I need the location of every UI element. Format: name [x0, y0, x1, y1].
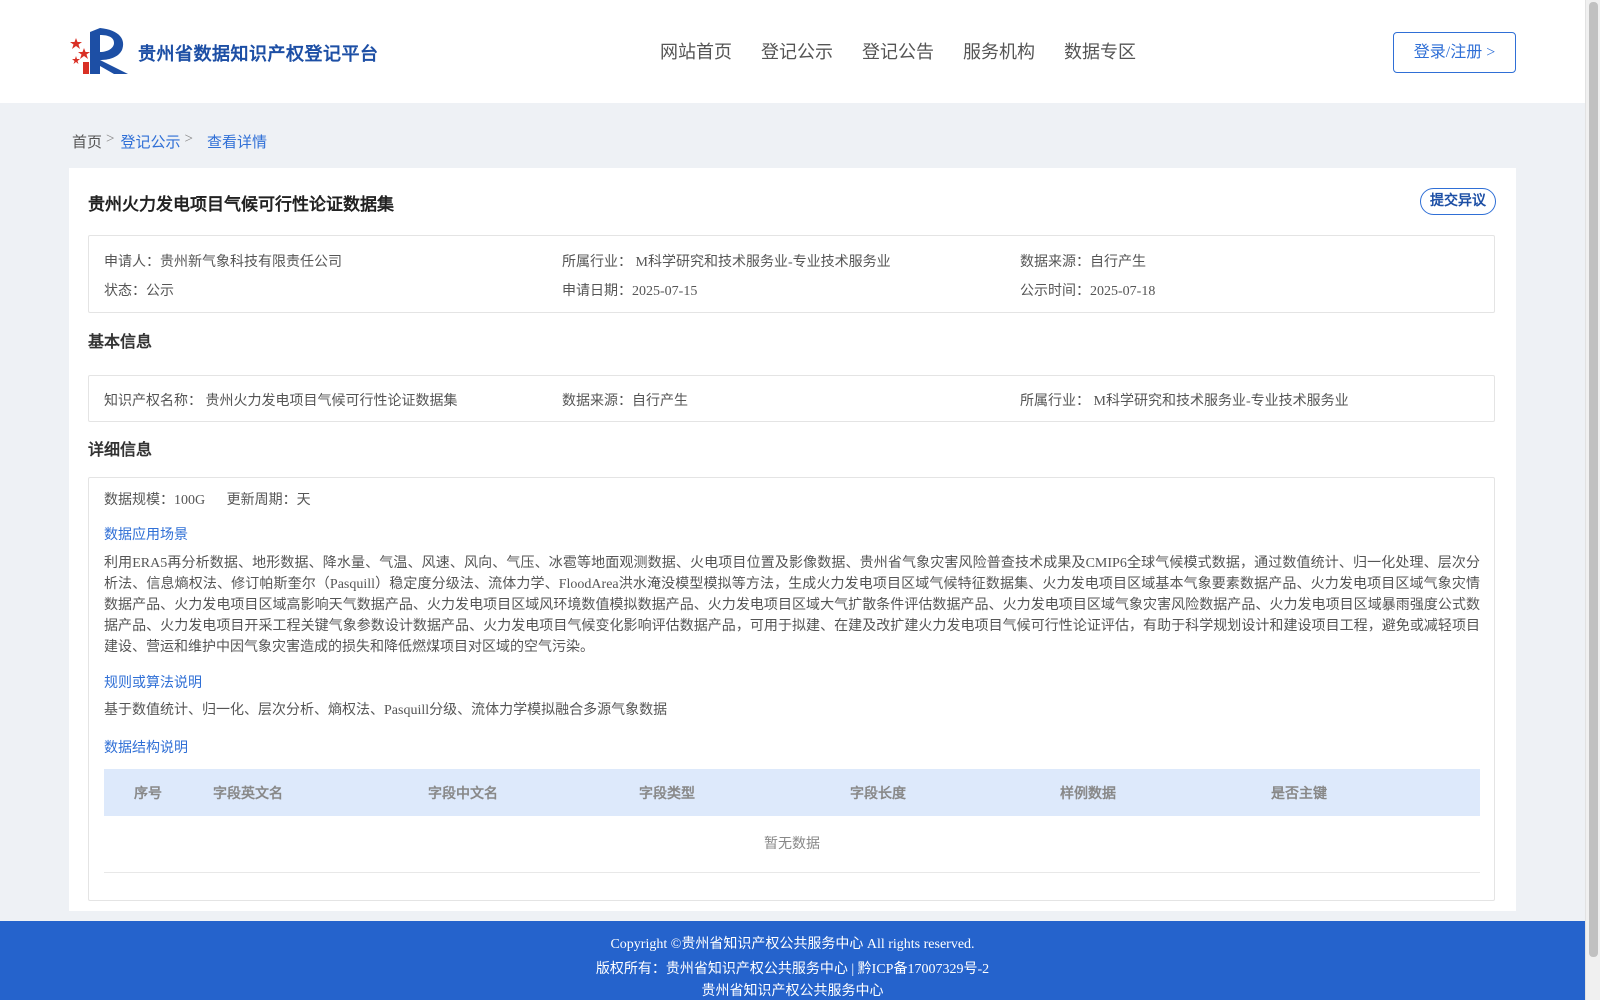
column-header: 字段英文名 [213, 787, 283, 802]
nav-registration-announcement[interactable]: 登记公告 [862, 38, 934, 64]
applicant: 申请人：贵州新气象科技有限责任公司 [104, 255, 342, 270]
breadcrumb: 首页 > 登记公示 > 查看详情 [72, 131, 267, 152]
basic-info-title: 基本信息 [88, 334, 153, 351]
column-header: 字段长度 [850, 787, 906, 802]
nav-registration-publicity[interactable]: 登记公示 [761, 38, 833, 64]
scenario-text: 利用ERA5再分析数据、地形数据、降水量、气温、风速、风向、气压、冰雹等地面观测… [104, 556, 1480, 655]
breadcrumb-home[interactable]: 首页 [72, 131, 102, 152]
column-header: 字段类型 [639, 787, 695, 802]
detail-info-title: 详细信息 [88, 442, 153, 459]
scrollbar-thumb[interactable] [1589, 2, 1598, 957]
breadcrumb-publicity[interactable]: 登记公示 [120, 131, 180, 152]
breadcrumb-separator: > [184, 131, 193, 147]
column-header: 字段中文名 [428, 787, 498, 802]
footer-org: 贵州省知识产权公共服务中心 [701, 984, 884, 999]
data-scale: 数据规模：100G [104, 493, 206, 508]
column-header: 序号 [134, 787, 162, 802]
basic-info-box: 知识产权名称： 贵州火力发电项目气候可行性论证数据集 数据来源：自行产生 所属行… [88, 375, 1495, 422]
login-register-button[interactable]: 登录/注册 > [1393, 32, 1516, 73]
breadcrumb-current: 查看详情 [206, 135, 267, 151]
footer-owner: 版权所有：贵州省知识产权公共服务中心 | 黔ICP备17007329号-2 [595, 962, 990, 977]
application-meta-box: 申请人：贵州新气象科技有限责任公司 所属行业： M科学研究和技术服务业-专业技术… [88, 235, 1495, 313]
breadcrumb-separator: > [106, 131, 115, 147]
nav-home[interactable]: 网站首页 [660, 38, 732, 64]
footer-copyright: Copyright ©贵州省知识产权公共服务中心 All rights rese… [610, 937, 975, 952]
table-empty-text: 暂无数据 [764, 837, 820, 852]
structure-title: 数据结构说明 [104, 741, 188, 756]
site-footer: Copyright ©贵州省知识产权公共服务中心 All rights rese… [0, 921, 1585, 1000]
structure-table-header: 序号 字段英文名 字段中文名 字段类型 字段长度 样例数据 是否主键 [104, 769, 1480, 816]
column-header: 是否主键 [1271, 787, 1327, 802]
status: 状态：公示 [104, 284, 174, 299]
basic-data-source: 数据来源：自行产生 [562, 394, 688, 409]
column-header: 样例数据 [1060, 787, 1116, 802]
algorithm-text: 基于数值统计、归一化、层次分析、熵权法、Pasquill分级、流体力学模拟融合多… [104, 703, 668, 718]
table-divider [104, 872, 1480, 873]
detail-card: 贵州火力发电项目气候可行性论证数据集 提交异议 申请人：贵州新气象科技有限责任公… [69, 168, 1516, 911]
publicity-date: 公示时间：2025-07-18 [1020, 284, 1156, 299]
main-nav: 网站首页 登记公示 登记公告 服务机构 数据专区 [660, 38, 1165, 64]
nav-data-zone[interactable]: 数据专区 [1064, 38, 1136, 64]
page-scrollbar[interactable] [1585, 0, 1600, 1000]
nav-service-agencies[interactable]: 服务机构 [963, 38, 1035, 64]
industry: 所属行业： M科学研究和技术服务业-专业技术服务业 [562, 255, 891, 270]
submit-objection-button[interactable]: 提交异议 [1420, 188, 1496, 215]
apply-date: 申请日期：2025-07-15 [562, 284, 698, 299]
basic-industry: 所属行业： M科学研究和技术服务业-专业技术服务业 [1020, 394, 1349, 409]
algorithm-title: 规则或算法说明 [104, 676, 202, 691]
update-cycle: 更新周期：天 [226, 493, 311, 508]
scenario-title: 数据应用场景 [104, 528, 188, 543]
platform-logo-icon[interactable] [70, 26, 128, 76]
dataset-title: 贵州火力发电项目气候可行性论证数据集 [88, 195, 394, 214]
detail-info-box: 数据规模：100G 更新周期：天 数据应用场景 利用ERA5再分析数据、地形数据… [88, 477, 1495, 901]
data-source: 数据来源：自行产生 [1020, 255, 1146, 270]
ip-name: 知识产权名称： 贵州火力发电项目气候可行性论证数据集 [104, 394, 458, 409]
site-title: 贵州省数据知识产权登记平台 [138, 44, 379, 64]
site-header: 贵州省数据知识产权登记平台 网站首页 登记公示 登记公告 服务机构 数据专区 登… [0, 0, 1585, 103]
